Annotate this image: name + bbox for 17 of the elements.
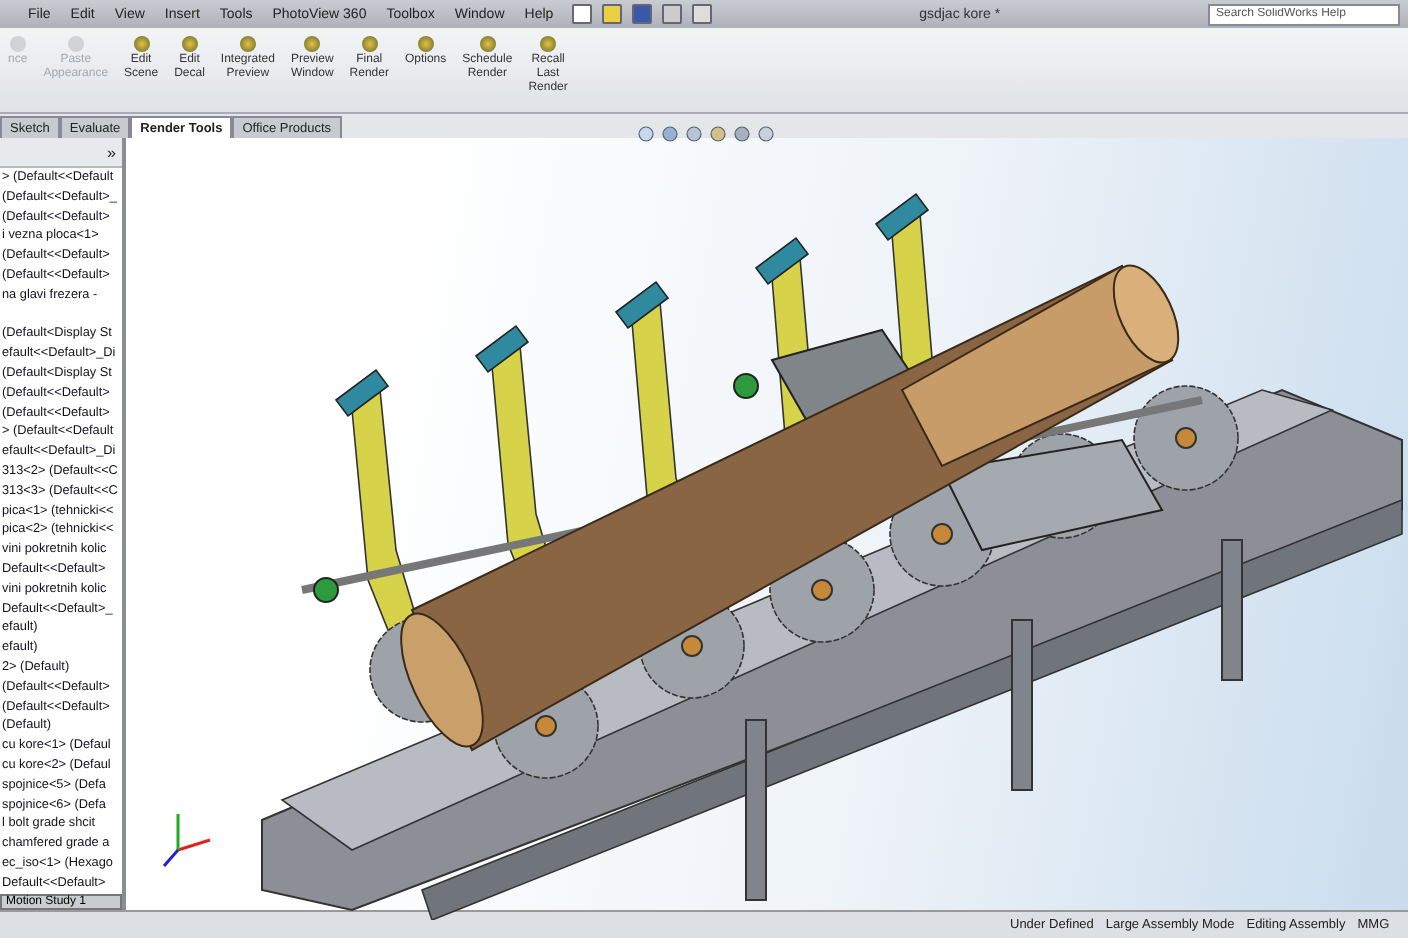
render-icon [417, 36, 434, 52]
render-icon [239, 36, 256, 52]
toolbar-icon[interactable] [601, 4, 622, 24]
render-icon [67, 36, 84, 52]
axis-triad-icon [162, 814, 211, 867]
render-icon [133, 36, 150, 52]
toolbar-icon[interactable] [571, 4, 592, 24]
render-icon [304, 36, 321, 52]
collapse-button[interactable]: » [101, 143, 122, 161]
toolbar-icon[interactable] [691, 4, 712, 24]
render-icon [479, 36, 496, 52]
render-icon [9, 36, 26, 52]
render-icon [361, 36, 378, 52]
toolbar-icon[interactable] [631, 4, 652, 24]
render-icon [540, 36, 557, 52]
render-icon [181, 36, 198, 52]
toolbar-icon[interactable] [661, 4, 682, 24]
